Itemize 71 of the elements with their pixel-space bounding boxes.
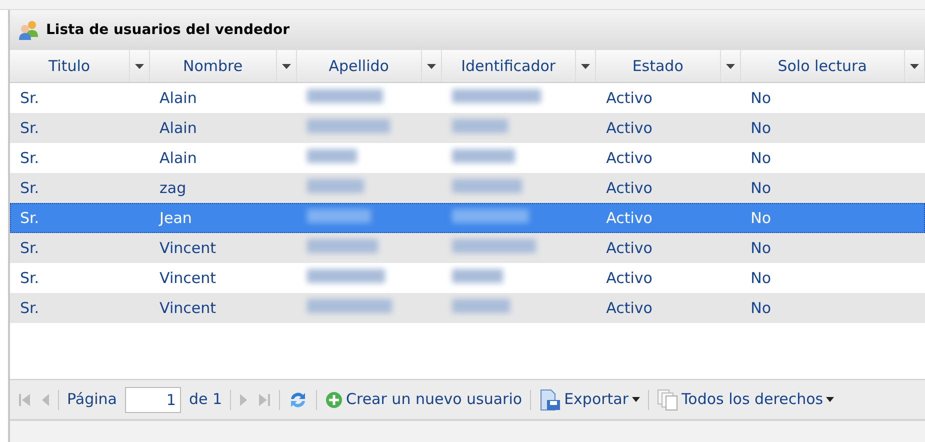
page-input[interactable]: 1 — [124, 386, 181, 412]
dropdown-arrow-icon[interactable] — [910, 64, 920, 68]
table-cell: Activo — [606, 268, 652, 287]
table-cell: Vincent — [160, 268, 216, 287]
blurred-text — [452, 118, 508, 133]
blurred-text — [452, 178, 522, 193]
table-cell: Sr. — [20, 268, 40, 287]
caret-icon — [826, 397, 834, 402]
users-icon — [18, 20, 40, 40]
caret-icon — [632, 397, 640, 402]
table-cell: No — [750, 238, 772, 257]
table-cell: Activo — [606, 298, 652, 317]
table-cell: No — [750, 178, 772, 197]
blurred-text — [452, 148, 515, 163]
dropdown-arrow-icon[interactable] — [282, 64, 292, 68]
dropdown-arrow-icon[interactable] — [726, 64, 735, 68]
dropdown-arrow-icon[interactable] — [426, 64, 436, 68]
table-cell: Activo — [606, 208, 652, 227]
table-cell: Sr. — [20, 178, 40, 197]
table-cell: Vincent — [160, 298, 216, 317]
table-cell: Sr. — [20, 118, 40, 137]
dropdown-arrow-icon[interactable] — [134, 64, 144, 68]
blurred-text — [307, 148, 358, 163]
table-cell: Sr. — [20, 298, 40, 317]
column-header[interactable]: Solo lectura — [740, 50, 925, 82]
add-icon — [325, 390, 344, 408]
column-header[interactable]: Estado — [596, 50, 741, 82]
blurred-text — [452, 298, 510, 313]
column-header[interactable]: Identificador — [442, 50, 596, 82]
table-cell: Jean — [160, 208, 192, 227]
table-row[interactable]: Sr. zag Activo No — [10, 173, 925, 203]
dropdown-arrow-icon[interactable] — [581, 64, 590, 68]
table-cell: Sr. — [20, 238, 40, 257]
page-label: Página — [67, 389, 117, 410]
blurred-text — [307, 208, 372, 223]
table-cell: Alain — [160, 148, 197, 167]
table-cell: zag — [160, 178, 186, 197]
table-cell: Alain — [160, 118, 197, 137]
blurred-text — [307, 238, 378, 253]
table-row[interactable]: Sr. Alain Activo No — [10, 113, 925, 143]
save-icon — [539, 388, 562, 410]
rights-button[interactable]: Todos los derechos — [656, 388, 834, 411]
table-cell: No — [750, 88, 772, 107]
table-cell: No — [750, 118, 772, 137]
column-header[interactable]: Nombre — [150, 50, 298, 82]
table-cell: Sr. — [20, 88, 40, 107]
table-cell: Activo — [606, 88, 652, 107]
table-cell: Activo — [606, 118, 652, 137]
table-row[interactable]: Sr. Vincent Activo No — [10, 233, 925, 263]
column-header[interactable]: Apellido — [297, 50, 442, 82]
table-cell: No — [750, 208, 772, 227]
blurred-text — [307, 178, 364, 193]
create-button[interactable]: Crear un nuevo usuario — [325, 388, 522, 411]
table-cell: Sr. — [20, 148, 40, 167]
documents-icon — [656, 388, 679, 410]
page-count: de 1 — [188, 389, 222, 410]
export-button[interactable]: Exportar — [539, 388, 640, 411]
table-row[interactable]: Sr. Vincent Activo No — [10, 293, 925, 323]
table-cell: Activo — [606, 238, 652, 257]
table-cell: No — [750, 268, 772, 287]
table-cell: Activo — [606, 148, 652, 167]
table-cell: No — [750, 148, 772, 167]
table-cell: Alain — [160, 88, 197, 107]
table-cell: Sr. — [20, 208, 40, 227]
table-cell: Activo — [606, 178, 652, 197]
table-row[interactable]: Sr. Jean Activo No — [10, 203, 925, 233]
table-cell: No — [750, 298, 772, 317]
table-cell: Vincent — [160, 238, 216, 257]
panel-title: Lista de usuarios del vendedor — [46, 20, 290, 40]
column-header[interactable]: Titulo — [10, 50, 150, 82]
blurred-text — [452, 268, 503, 283]
